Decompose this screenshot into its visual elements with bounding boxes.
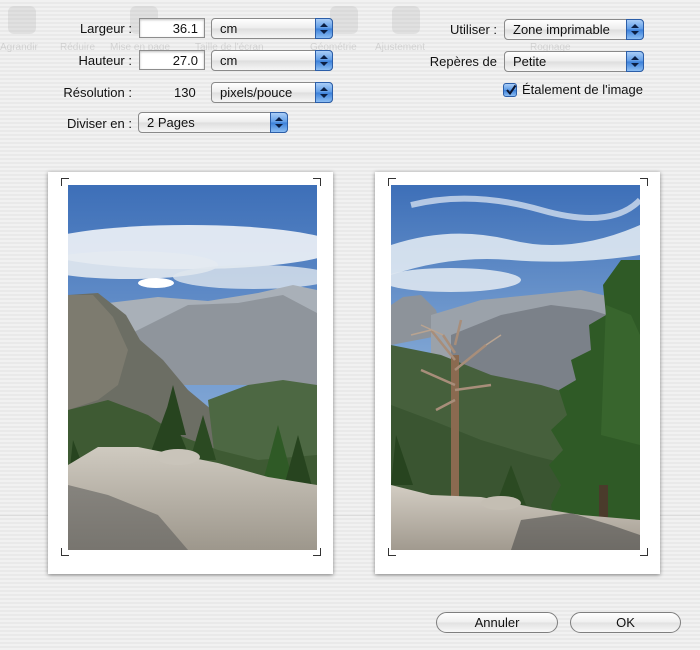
up-down-arrows-icon <box>626 19 644 40</box>
use-label: Utiliser : <box>450 22 497 37</box>
cancel-button[interactable]: Annuler <box>436 612 558 633</box>
ok-button[interactable]: OK <box>570 612 681 633</box>
width-unit-popup[interactable]: cm <box>211 18 333 39</box>
marks-size-popup[interactable]: Petite <box>504 51 644 72</box>
divide-pages-value: 2 Pages <box>147 115 195 130</box>
height-field[interactable]: 27.0 <box>139 50 205 70</box>
marks-size-value: Petite <box>513 54 547 69</box>
photo-part-left <box>68 185 317 550</box>
crop-mark-icon <box>640 548 648 556</box>
divide-label: Diviser en : <box>66 116 132 131</box>
background-toolbar-item: Agrandir <box>0 42 38 53</box>
use-area-popup[interactable]: Zone imprimable <box>504 19 644 40</box>
geometry-icon <box>330 6 358 34</box>
photo-part-right <box>391 185 640 550</box>
dialog-sheet: Agrandir Réduire Mise en page Taille de … <box>0 0 700 650</box>
background-toolbar-item: Ajustement <box>375 42 426 53</box>
use-area-value: Zone imprimable <box>513 22 610 37</box>
marks-label: Repères de <box>429 54 497 69</box>
up-down-arrows-icon <box>626 51 644 72</box>
width-field[interactable]: 36.1 <box>139 18 205 38</box>
width-unit-value: cm <box>220 21 238 36</box>
divide-pages-popup[interactable]: 2 Pages <box>138 112 288 133</box>
width-label: Largeur : <box>79 21 132 36</box>
up-down-arrows-icon <box>315 18 333 39</box>
height-unit-popup[interactable]: cm <box>211 50 333 71</box>
page-preview-right <box>375 172 660 574</box>
page-preview-left <box>48 172 333 574</box>
up-down-arrows-icon <box>270 112 288 133</box>
crop-mark-icon <box>640 178 648 186</box>
up-down-arrows-icon <box>315 50 333 71</box>
background-toolbar-item: Réduire <box>60 42 96 53</box>
height-unit-value: cm <box>220 53 238 68</box>
zoom-in-icon <box>8 6 36 34</box>
checkmark-icon <box>506 84 517 96</box>
resolution-value: 130 <box>174 85 196 100</box>
resolution-label: Résolution : <box>63 85 132 100</box>
height-label: Hauteur : <box>78 53 132 68</box>
up-down-arrows-icon <box>315 82 333 103</box>
resolution-unit-popup[interactable]: pixels/pouce <box>211 82 333 103</box>
resolution-unit-value: pixels/pouce <box>220 85 293 100</box>
spread-image-label: Étalement de l'image <box>522 82 643 97</box>
spread-image-checkbox[interactable] <box>503 83 517 97</box>
